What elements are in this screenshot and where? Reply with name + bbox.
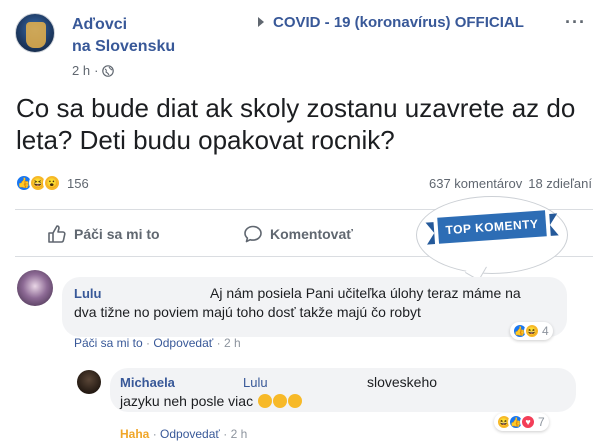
post-text: Co sa bude diat ak skoly zostanu uzavret…	[16, 93, 576, 155]
shares-count[interactable]: 18 zdieľaní	[528, 176, 592, 191]
reply-time[interactable]: 2 h	[231, 427, 248, 441]
reaction-count[interactable]: 156	[67, 176, 89, 191]
reply-reactions[interactable]: 😆 👍 ♥ 7	[494, 413, 549, 431]
post-time[interactable]: 2 h	[72, 63, 90, 78]
comments-count[interactable]: 637 komentárov	[429, 176, 522, 191]
meta-dot: ·	[94, 63, 99, 78]
like-button[interactable]: Páči sa mi to	[47, 224, 160, 244]
comment-actions-separator: ·	[216, 336, 224, 350]
more-options-button[interactable]: ···	[565, 12, 586, 33]
reply-reaction-count: 7	[538, 415, 545, 429]
reply-avatar[interactable]	[77, 370, 101, 394]
reaction-summary[interactable]: 👍 😆 😮 156	[15, 174, 89, 192]
thumbs-up-icon	[48, 225, 66, 243]
comment-reactions[interactable]: 👍 😆 4	[510, 322, 553, 340]
reply-text: sloveskeho jazyku neh posle viac	[120, 373, 470, 411]
caret-right-icon	[258, 17, 264, 27]
laughing-emoji-icon	[287, 394, 302, 408]
author-line-2[interactable]: na Slovensku	[72, 36, 212, 58]
reply-haha-link[interactable]: Haha	[120, 427, 149, 441]
haha-reaction-icon: 😆	[524, 323, 540, 339]
like-label: Páči sa mi to	[74, 226, 160, 242]
laughing-emoji-icon	[257, 394, 272, 408]
post-author[interactable]: Aďovci na Slovensku	[72, 14, 212, 58]
page-avatar[interactable]	[15, 13, 55, 53]
author-line-1[interactable]: Aďovci	[72, 14, 212, 36]
comment-button[interactable]: Komentovať	[243, 224, 353, 244]
comment-like-link[interactable]: Páči sa mi to	[74, 336, 143, 350]
post-meta: 2 h ·	[72, 63, 115, 78]
comment-text: Aj nám posiela Pani učiteľka úlohy teraz…	[74, 285, 521, 320]
reply-actions-separator: ·	[152, 427, 161, 441]
reply-actions: Haha · Odpovedať · 2 h	[120, 427, 247, 441]
comment-icon	[244, 225, 262, 243]
post-stats: 637 komentárov 18 zdieľaní	[429, 176, 592, 191]
globe-icon	[102, 64, 115, 77]
reply-reply-link[interactable]: Odpovedať	[160, 427, 220, 441]
avatar-figure	[26, 22, 46, 48]
comment-time[interactable]: 2 h	[224, 336, 241, 350]
group-link[interactable]: COVID - 19 (koronavírus) OFFICIAL	[273, 14, 524, 31]
wow-reaction-icon: 😮	[43, 174, 61, 192]
love-reaction-icon: ♥	[520, 414, 536, 430]
comment-reaction-count: 4	[542, 324, 549, 338]
laughing-emoji-icon	[272, 394, 287, 408]
comment-reply-link[interactable]: Odpovedať	[153, 336, 213, 350]
comment-actions: Páči sa mi to · Odpovedať · 2 h	[74, 336, 241, 350]
comment-label: Komentovať	[270, 226, 353, 242]
reply-actions-separator: ·	[223, 427, 231, 441]
commenter-avatar[interactable]	[17, 270, 53, 306]
